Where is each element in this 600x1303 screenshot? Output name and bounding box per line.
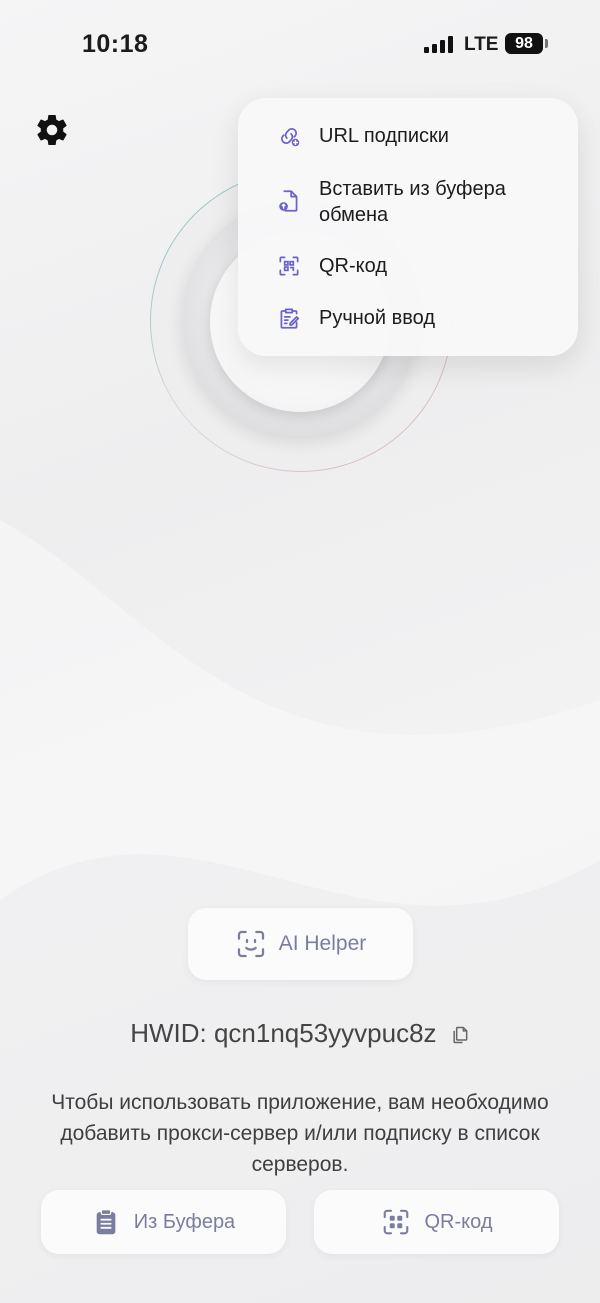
status-time: 10:18	[82, 30, 149, 58]
battery-tip	[545, 39, 548, 48]
menu-item-manual[interactable]: Ручной ввод	[238, 305, 578, 331]
qr-code-icon	[383, 1209, 408, 1235]
qr-scan-icon	[279, 256, 299, 276]
menu-item-label: Ручной ввод	[319, 307, 436, 329]
menu-item-label: Вставить из буфера обмена	[319, 178, 506, 226]
copy-icon[interactable]	[450, 1024, 470, 1046]
network-type: LTE	[464, 34, 499, 55]
menu-item-qr[interactable]: QR-код	[238, 253, 578, 279]
from-buffer-label: Из Буфера	[133, 1210, 236, 1233]
hwid-text: HWID: qcn1nq53yyvpuc8z	[130, 1018, 437, 1048]
clipboard-icon	[96, 1209, 116, 1235]
from-buffer-button[interactable]: Из Буфера	[41, 1190, 286, 1254]
qr-code-label: QR-код	[424, 1210, 493, 1233]
face-scan-icon	[237, 930, 264, 958]
gear-icon[interactable]	[34, 112, 70, 148]
signal-icon	[424, 36, 453, 53]
menu-item-label: QR-код	[319, 255, 387, 277]
hwid-row[interactable]: HWID: qcn1nq53yyvpuc8z	[0, 1018, 600, 1049]
battery-icon: 98	[505, 33, 543, 54]
qr-code-button[interactable]: QR-код	[314, 1190, 559, 1254]
clipboard-edit-icon	[280, 308, 300, 329]
file-upload-icon	[279, 190, 298, 212]
add-server-menu: URL подписки Вставить из буфера обмена Q…	[238, 98, 578, 356]
menu-item-subscription-url[interactable]: URL подписки	[238, 123, 578, 149]
ai-helper-button[interactable]: AI Helper	[188, 908, 413, 980]
info-text: Чтобы использовать приложение, вам необх…	[51, 1091, 549, 1176]
link-plus-icon	[280, 127, 300, 147]
status-bar: 10:18 LTE 98	[0, 0, 600, 90]
ai-helper-label: AI Helper	[278, 932, 367, 955]
menu-item-paste-clipboard[interactable]: Вставить из буфера обмена	[238, 176, 578, 228]
menu-item-label: URL подписки	[319, 125, 449, 147]
